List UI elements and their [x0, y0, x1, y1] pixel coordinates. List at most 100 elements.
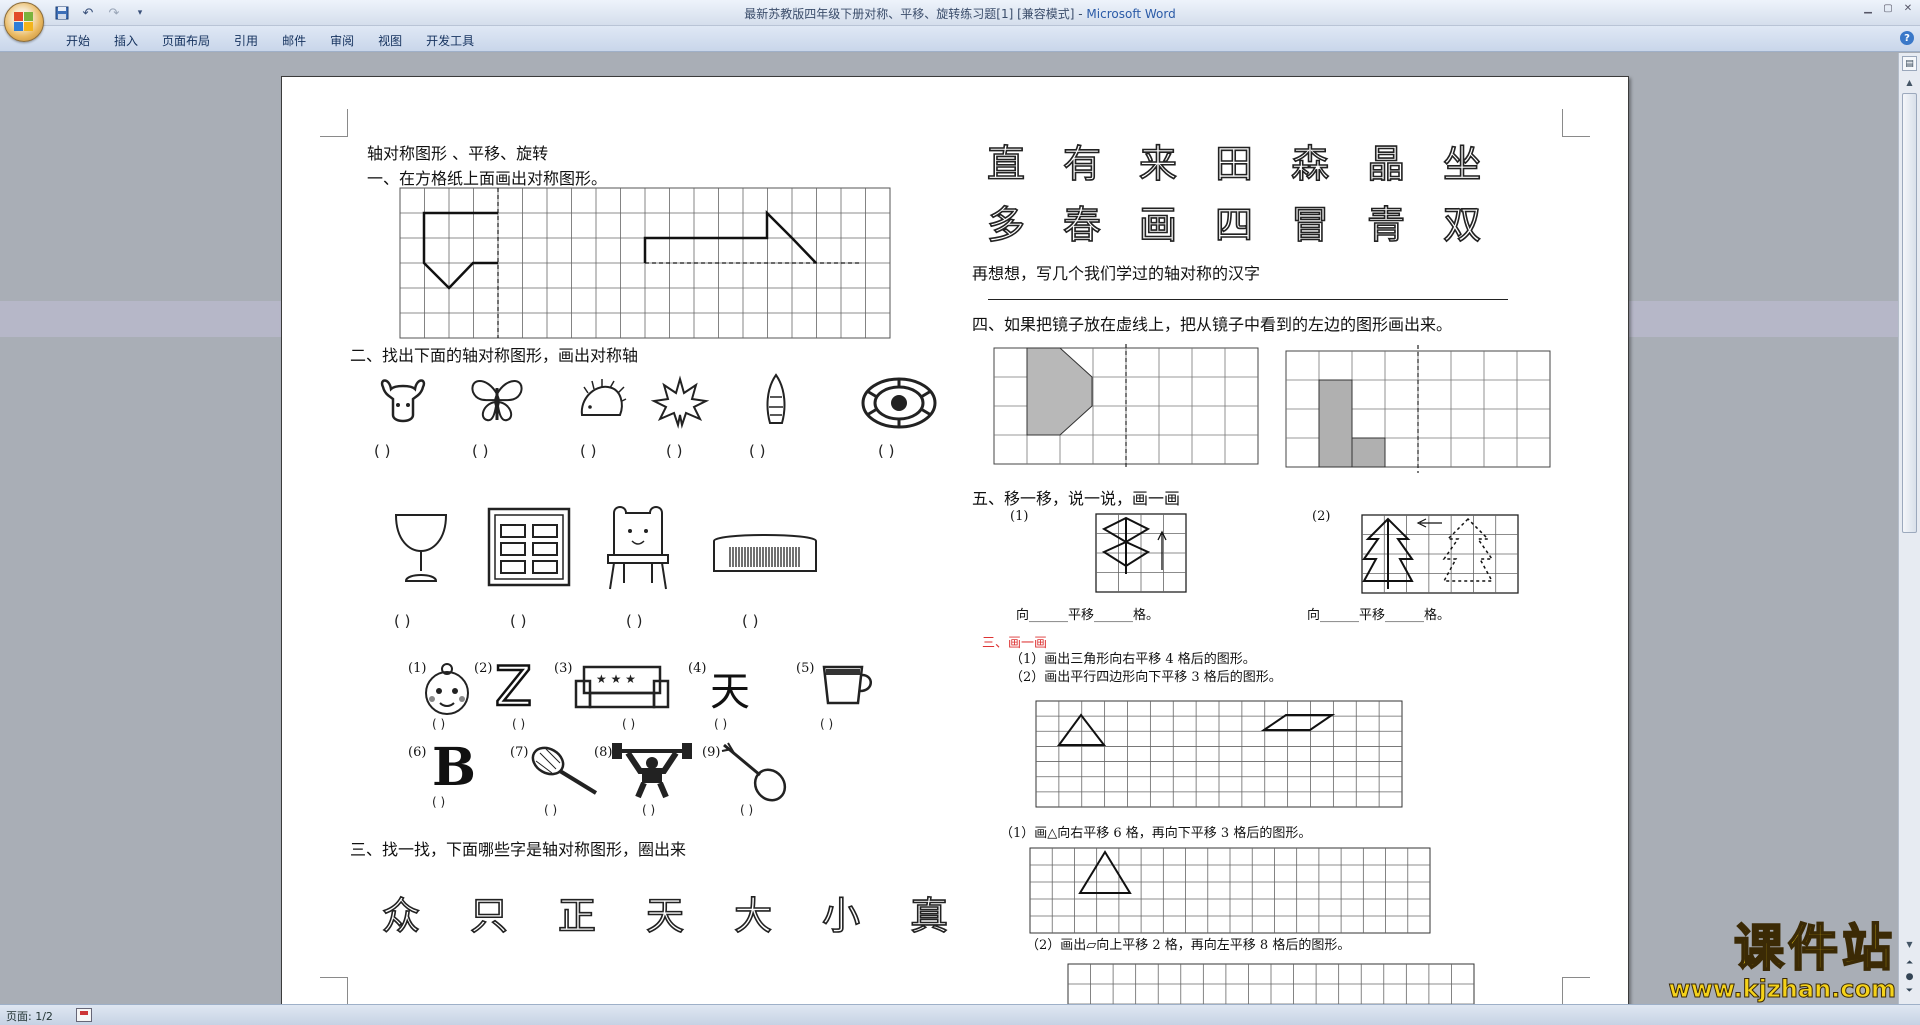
char-option[interactable]: 直: [986, 133, 1026, 188]
crop-mark: [1562, 977, 1590, 1005]
crop-mark: [320, 977, 348, 1005]
draw-instruction-4: （2）画出▱向上平移 2 格，再向左平移 8 格后的图形。: [1026, 938, 1351, 953]
answer-blank[interactable]: ( ): [626, 612, 642, 630]
question-4: 四、如果把镜子放在虚线上，把从镜子中看到的左边的图形画出来。: [972, 315, 1453, 334]
answer-blank[interactable]: ( ): [374, 442, 390, 460]
answer-blank[interactable]: ( ): [666, 442, 682, 460]
tab-review[interactable]: 审阅: [318, 30, 366, 51]
answer-blank[interactable]: ( ): [642, 803, 655, 817]
item-label: (1): [1010, 509, 1029, 524]
answer-blank[interactable]: ( ): [580, 442, 596, 460]
char-option[interactable]: 晶: [1366, 133, 1406, 188]
page-indicator[interactable]: 页面: 1/2: [6, 1008, 53, 1024]
minimize-icon[interactable]: ▁: [1862, 2, 1874, 14]
mirror-grid-1: [993, 344, 1259, 468]
browse-object-icon[interactable]: ●: [1903, 971, 1916, 983]
scroll-thumb[interactable]: [1902, 93, 1917, 533]
watermark-title: 课件站: [1733, 919, 1896, 977]
previous-page-icon[interactable]: ⏶: [1903, 957, 1916, 969]
answer-blank[interactable]: ( ): [544, 803, 557, 817]
tab-page-layout[interactable]: 页面布局: [150, 30, 222, 51]
answer-blank[interactable]: ( ): [749, 442, 765, 460]
help-icon[interactable]: ?: [1900, 31, 1914, 45]
translation-grid-2: [1361, 514, 1519, 594]
char-option[interactable]: 大: [733, 885, 773, 940]
bamboo-shoot-icon: [766, 373, 786, 424]
char-option[interactable]: 春: [1062, 194, 1102, 249]
item-label: (2): [474, 661, 493, 676]
answer-blank[interactable]: ( ): [472, 442, 488, 460]
char-option[interactable]: 冒: [1290, 194, 1330, 249]
tab-references[interactable]: 引用: [222, 30, 270, 51]
char-option[interactable]: 正: [557, 885, 597, 940]
char-option[interactable]: 真: [909, 885, 949, 940]
cup-icon: [822, 665, 872, 705]
char-option[interactable]: 小: [821, 885, 861, 940]
char-option[interactable]: 有: [1062, 133, 1102, 188]
goblet-icon: [394, 514, 448, 582]
watermark-url: www.kjzhan.com: [1668, 975, 1896, 1004]
title-bar: ↶ ↷ ▾ 最新苏教版四年级下册对称、平移、旋转练习题[1] [兼容模式] - …: [0, 0, 1920, 26]
office-button[interactable]: [4, 2, 44, 42]
office-logo-icon: [14, 12, 34, 32]
chars-row-1: 直 有 来 田 森 晶 坐: [986, 133, 1482, 188]
macro-record-icon[interactable]: [76, 1008, 92, 1022]
item-label: (3): [554, 661, 573, 676]
tab-view[interactable]: 视图: [366, 30, 414, 51]
letter-b: B: [432, 737, 476, 798]
fill-blank-1[interactable]: 向______平移______格。: [1016, 604, 1159, 623]
char-option[interactable]: 森: [1290, 133, 1330, 188]
doc-title: 轴对称图形 、平移、旋转: [367, 144, 549, 163]
document-page[interactable]: 轴对称图形 、平移、旋转 一、在方格纸上面画出对称图形。 二、找出下面的轴对称图…: [281, 76, 1629, 1006]
answer-blank[interactable]: ( ): [432, 795, 445, 809]
char-option[interactable]: 天: [645, 885, 685, 940]
question-5: 五、移一移，说一说，画一画: [972, 489, 1181, 508]
char-option[interactable]: 坐: [1442, 133, 1482, 188]
pipa-instrument-icon: [721, 742, 787, 802]
answer-blank[interactable]: ( ): [820, 717, 833, 731]
status-bar: 页面: 1/2: [0, 1004, 1920, 1025]
char-option[interactable]: 画: [1138, 194, 1178, 249]
scroll-up-icon[interactable]: ▲: [1902, 75, 1917, 89]
answer-blank[interactable]: ( ): [878, 442, 894, 460]
maple-leaf-icon: [650, 375, 710, 429]
child-face-icon: [425, 663, 469, 715]
tab-insert[interactable]: 插入: [102, 30, 150, 51]
draw-grid-3: [1067, 963, 1475, 1005]
ruler-toggle-icon[interactable]: ▤: [1902, 56, 1917, 71]
char-option[interactable]: 只: [469, 885, 509, 940]
scroll-down-icon[interactable]: ▼: [1902, 937, 1917, 951]
weightlifter-icon: [612, 743, 692, 799]
racket-icon: [531, 746, 598, 795]
vertical-scrollbar[interactable]: ▤ ▲ ▼ ⏶ ● ⏷: [1898, 53, 1920, 1004]
maximize-icon[interactable]: ▢: [1882, 2, 1894, 14]
next-page-icon[interactable]: ⏷: [1903, 985, 1916, 997]
answer-blank[interactable]: ( ): [510, 612, 526, 630]
chair-icon: [607, 506, 669, 590]
char-option[interactable]: 四: [1214, 194, 1254, 249]
char-option[interactable]: 众: [381, 885, 421, 940]
answer-blank[interactable]: ( ): [394, 612, 410, 630]
close-icon[interactable]: ✕: [1902, 2, 1914, 14]
answer-blank[interactable]: ( ): [512, 717, 525, 731]
tab-mailings[interactable]: 邮件: [270, 30, 318, 51]
flower-ornament-icon: [861, 377, 937, 429]
tab-home[interactable]: 开始: [54, 30, 102, 51]
answer-blank[interactable]: ( ): [714, 717, 727, 731]
item-label: (2): [1312, 509, 1331, 524]
tab-developer[interactable]: 开发工具: [414, 30, 486, 51]
answer-line[interactable]: [988, 299, 1508, 300]
fill-blank-2[interactable]: 向______平移______格。: [1307, 604, 1450, 623]
question-1: 一、在方格纸上面画出对称图形。: [367, 169, 608, 188]
answer-blank[interactable]: ( ): [740, 803, 753, 817]
answer-blank[interactable]: ( ): [742, 612, 758, 630]
site-watermark: 课件站 www.kjzhan.com: [1668, 919, 1896, 1004]
char-option[interactable]: 来: [1138, 133, 1178, 188]
char-option[interactable]: 青: [1366, 194, 1406, 249]
char-option[interactable]: 双: [1442, 194, 1482, 249]
answer-blank[interactable]: ( ): [622, 717, 635, 731]
answer-blank[interactable]: ( ): [432, 717, 445, 731]
char-option[interactable]: 田: [1214, 133, 1254, 188]
item-label: (5): [796, 661, 815, 676]
char-option[interactable]: 多: [986, 194, 1026, 249]
